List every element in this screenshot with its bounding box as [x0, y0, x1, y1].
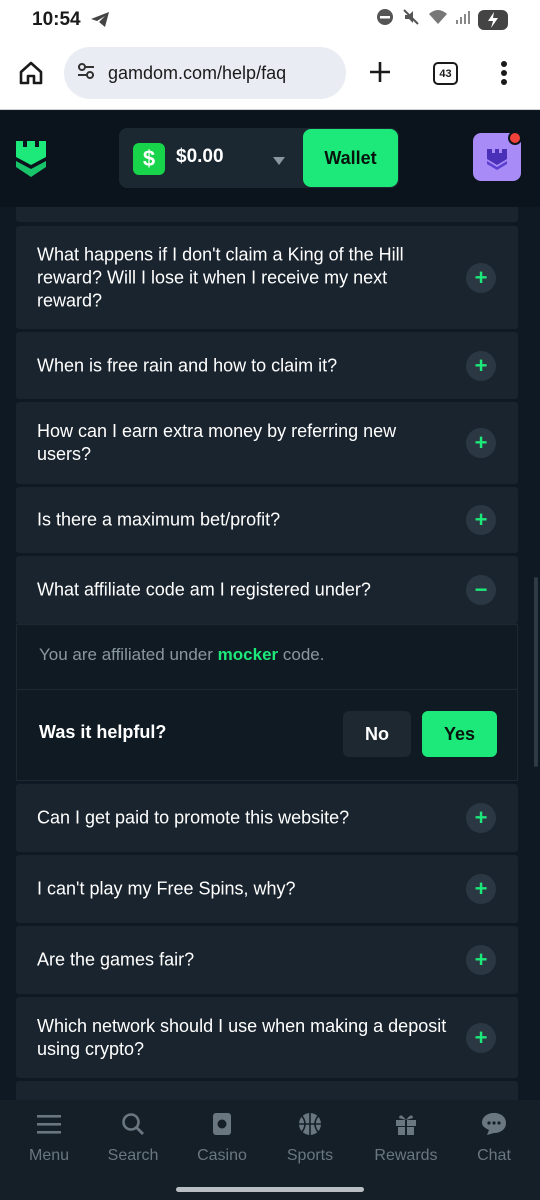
home-icon[interactable]	[18, 60, 44, 91]
faq-item[interactable]: What happens if I don't claim a King of …	[16, 226, 518, 329]
collapse-minus-icon[interactable]: −	[466, 575, 496, 605]
faq-item[interactable]: Is there a maximum bet/profit? +	[16, 487, 518, 553]
scrollbar[interactable]	[534, 577, 538, 767]
wifi-icon	[428, 9, 448, 30]
nav-label: Casino	[197, 1147, 247, 1164]
faq-item-partial	[16, 1081, 518, 1100]
faq-question: Is there a maximum bet/profit?	[37, 509, 281, 530]
search-icon	[120, 1112, 146, 1141]
faq-question: Which network should I use when making a…	[37, 1015, 447, 1059]
answer-suffix: code.	[278, 645, 325, 664]
faq-question: Are the games fair?	[37, 949, 195, 970]
nav-label: Chat	[477, 1147, 511, 1164]
faq-item-partial	[16, 207, 518, 222]
faq-question: How can I earn extra money by referring …	[37, 421, 397, 464]
faq-item[interactable]: How can I earn extra money by referring …	[16, 402, 518, 484]
notification-badge	[508, 131, 522, 145]
faq-item[interactable]: Are the games fair? +	[16, 926, 518, 994]
expand-plus-icon[interactable]: +	[466, 803, 496, 833]
nav-label: Sports	[286, 1147, 334, 1164]
site-header: $ $0.00 Wallet	[0, 111, 540, 207]
faq-question: What happens if I don't claim a King of …	[37, 244, 404, 310]
no-button[interactable]: No	[343, 711, 411, 757]
gift-icon	[393, 1112, 419, 1141]
nav-menu[interactable]: Menu	[4, 1112, 94, 1165]
nav-label: Rewards	[374, 1147, 438, 1164]
helpful-feedback: Was it helpful? No Yes	[16, 689, 518, 781]
faq-question: Can I get paid to promote this website?	[37, 807, 350, 828]
balance-amount: $0.00	[176, 146, 224, 167]
dnd-icon	[376, 8, 394, 31]
helpful-label: Was it helpful?	[39, 722, 167, 742]
tab-switcher-button[interactable]: 43	[433, 62, 458, 85]
faq-item-expanded[interactable]: What affiliate code am I registered unde…	[16, 556, 518, 624]
battery-charging-icon	[478, 9, 508, 30]
expand-plus-icon[interactable]: +	[466, 874, 496, 904]
telegram-icon	[90, 11, 110, 33]
faq-question: I can't play my Free Spins, why?	[37, 878, 296, 899]
gamdom-logo-icon[interactable]	[14, 139, 48, 184]
faq-list: What happens if I don't claim a King of …	[0, 207, 540, 1100]
status-icons	[376, 8, 508, 31]
hamburger-icon	[36, 1112, 62, 1141]
gesture-home-indicator[interactable]	[176, 1187, 364, 1192]
nav-label: Menu	[28, 1147, 70, 1164]
basketball-icon	[297, 1112, 323, 1141]
nav-chat[interactable]: Chat	[449, 1112, 539, 1165]
expand-plus-icon[interactable]: +	[466, 945, 496, 975]
more-menu-icon[interactable]	[500, 60, 508, 91]
bottom-nav: Menu Search Casino Sports Rewards Chat	[0, 1100, 540, 1200]
expand-plus-icon[interactable]: +	[466, 1022, 496, 1053]
status-time: 10:54	[32, 9, 81, 30]
nav-sports[interactable]: Sports	[265, 1112, 355, 1165]
faq-item[interactable]: I can't play my Free Spins, why? +	[16, 855, 518, 923]
nav-casino[interactable]: Casino	[177, 1112, 267, 1165]
answer-prefix: You are affiliated under	[39, 645, 218, 664]
expand-plus-icon[interactable]: +	[466, 350, 496, 381]
signal-icon	[456, 9, 470, 30]
casino-icon	[209, 1112, 235, 1141]
nav-rewards[interactable]: Rewards	[361, 1112, 451, 1165]
faq-item[interactable]: Can I get paid to promote this website? …	[16, 784, 518, 852]
url-text: gamdom.com/help/faq	[108, 62, 287, 83]
faq-question: When is free rain and how to claim it?	[37, 355, 338, 375]
nav-label: Search	[107, 1147, 159, 1164]
expand-plus-icon[interactable]: +	[466, 262, 496, 293]
answer-text: You are affiliated under mocker code.	[39, 645, 324, 665]
site-settings-icon[interactable]	[76, 62, 96, 85]
dollar-icon: $	[133, 143, 165, 175]
faq-question: What affiliate code am I registered unde…	[37, 579, 371, 600]
faq-answer: You are affiliated under mocker code.	[16, 624, 518, 690]
url-bar[interactable]: gamdom.com/help/faq	[64, 47, 346, 99]
faq-item[interactable]: Which network should I use when making a…	[16, 997, 518, 1078]
wallet-button[interactable]: Wallet	[303, 129, 398, 187]
new-tab-icon[interactable]	[368, 60, 392, 89]
browser-toolbar: gamdom.com/help/faq 43	[0, 40, 540, 110]
expand-plus-icon[interactable]: +	[466, 505, 496, 535]
caret-down-icon[interactable]	[273, 153, 285, 171]
expand-plus-icon[interactable]: +	[466, 428, 496, 458]
faq-item[interactable]: When is free rain and how to claim it? +	[16, 332, 518, 399]
chat-icon	[481, 1112, 507, 1141]
yes-button[interactable]: Yes	[422, 711, 497, 757]
mute-icon	[402, 8, 420, 31]
status-bar: 10:54	[0, 0, 540, 40]
nav-search[interactable]: Search	[88, 1112, 178, 1165]
balance-selector[interactable]: $ $0.00 Wallet	[119, 128, 399, 188]
affiliate-code: mocker	[217, 645, 279, 664]
